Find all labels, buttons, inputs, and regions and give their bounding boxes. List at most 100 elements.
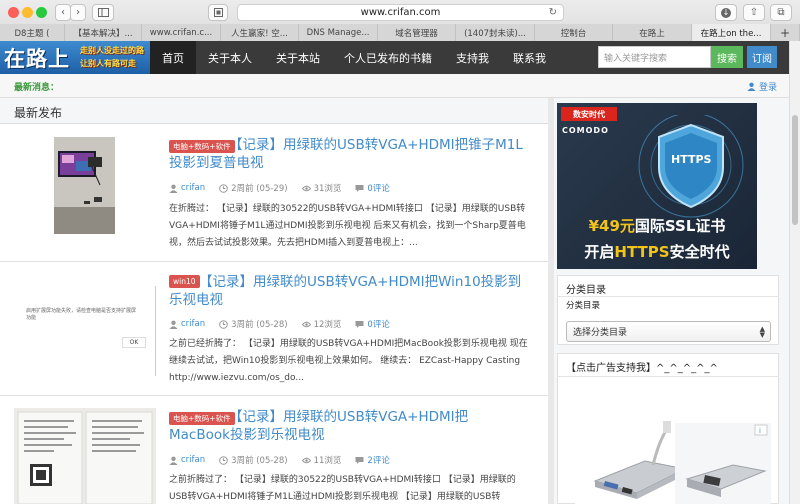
minimize-window-button[interactable] [22, 7, 33, 18]
page-scrollbar[interactable] [789, 41, 800, 504]
user-icon [169, 456, 178, 465]
post-comments[interactable]: 2评论 [367, 454, 389, 466]
logo-slogan-1: 走别人没走过的路 [80, 46, 144, 55]
post-item: 启用扩展屏功能失败，请检查电脑是否支持扩展屏功能 OK win10 【记录】用绿… [0, 262, 548, 396]
category-widget: 分类目录 分类目录 选择分类目录 ▲ ▼ [557, 275, 779, 345]
login-text: 登录 [758, 83, 777, 93]
search-input[interactable]: 输入关键字搜索 [598, 46, 711, 68]
post-author[interactable]: crifan [181, 455, 205, 465]
usb-adapter-ad[interactable]: i [575, 421, 771, 504]
tab-overview-button[interactable]: ⧉ [770, 4, 792, 21]
ad-price: ¥49元 [588, 217, 635, 235]
post-thumbnail[interactable] [54, 137, 115, 234]
post-excerpt: 之前已经折腾了： 【记录】用绿联的USB转VGA+HDMI把MacBook投影到… [169, 339, 528, 383]
post-excerpt: 在折腾过： 【记录】绿联的30522的USB转VGA+HDMI转接口 【记录】用… [169, 204, 526, 248]
comment-icon [355, 456, 364, 464]
menu-item-support[interactable]: 支持我 [444, 41, 501, 74]
menu-item-about-me[interactable]: 关于本人 [196, 41, 264, 74]
ad-line-2-a: 开启 [584, 243, 615, 261]
post-views: 12浏览 [313, 320, 342, 330]
post-title[interactable]: 【记录】用绿联的USB转VGA+HDMI把MacBook投影到乐视电视 [169, 408, 529, 444]
chevron-left-icon: ‹ [61, 7, 65, 18]
subscribe-button[interactable]: 订阅 [747, 46, 777, 68]
site-navbar: 在路上 走别人没走过的路 让别人有路可走 首页 关于本人 关于本站 个人已发布的… [0, 41, 789, 74]
thumbnail-dialog-text: 启用扩展屏功能失败，请检查电脑是否支持扩展屏功能 [26, 308, 137, 321]
menu-item-books[interactable]: 个人已发布的书籍 [332, 41, 444, 74]
search-button[interactable]: 搜索 [711, 46, 743, 68]
ad-line-2-b: HTTPS [614, 243, 670, 261]
ad-line-1-text: 国际SSL证书 [634, 217, 726, 235]
post-title[interactable]: 【记录】用绿联的USB转VGA+HDMI把Win10投影到乐视电视 [169, 273, 529, 309]
browser-tab[interactable]: (1407封未读)... [456, 24, 535, 41]
chevron-right-icon: › [76, 7, 80, 18]
browser-tab[interactable]: 域名管理器 [378, 24, 456, 41]
browser-tab[interactable]: DNS Manage... [299, 24, 378, 41]
clock-icon [219, 455, 228, 465]
menu-item-contact[interactable]: 联系我 [501, 41, 558, 74]
share-button[interactable]: ⇧ [743, 4, 765, 21]
browser-tab[interactable]: D8主题 ( [0, 24, 65, 41]
post-meta: crifan 3周前 (05-28) 12浏览 0评论 [169, 318, 390, 330]
tabs-icon: ⧉ [777, 7, 785, 18]
post-author[interactable]: crifan [181, 183, 205, 193]
post-views: 31浏览 [313, 184, 342, 194]
new-tab-button[interactable]: + [771, 24, 800, 41]
zoom-window-button[interactable] [36, 7, 47, 18]
post-thumbnail[interactable]: 启用扩展屏功能失败，请检查电脑是否支持扩展屏功能 OK [14, 286, 156, 376]
clock-icon [219, 319, 228, 329]
logo-slogan-2: 让别人有路可走 [80, 59, 136, 68]
share-icon: ⇧ [749, 7, 759, 18]
login-link[interactable]: 登录 [747, 80, 777, 93]
post-meta: crifan 3周前 (05-28) 11浏览 2评论 [169, 454, 390, 466]
address-bar[interactable]: www.crifan.com ↻ [237, 4, 564, 21]
menu-item-home[interactable]: 首页 [150, 41, 196, 74]
post-excerpt: 之前折腾过了： 【记录】绿联的30522的USB转VGA+HDMI转接口 【记录… [169, 475, 516, 502]
comment-icon [355, 320, 364, 328]
reload-icon[interactable]: ↻ [549, 7, 557, 18]
browser-tab-active[interactable]: 在路上on the... [692, 24, 771, 41]
post-meta: crifan 2周前 (05-29) 31浏览 0评论 [169, 182, 390, 194]
close-window-button[interactable] [8, 7, 19, 18]
downloads-button[interactable]: ↓ [715, 4, 737, 21]
post-item: 电脑+数码+软件 【记录】用绿联的USB转VGA+HDMI把锥子M1L投影到夏普… [0, 124, 548, 262]
site-logo[interactable]: 在路上 走别人没走过的路 让别人有路可走 [0, 41, 150, 74]
browser-tab[interactable]: www.crifan.c... [142, 24, 221, 41]
eye-icon [301, 185, 311, 191]
reader-icon [213, 8, 223, 17]
browser-toolbar: ‹ › www.crifan.com ↻ ↓ ⇧ ⧉ [0, 0, 800, 24]
category-select-value: 选择分类目录 [573, 328, 628, 338]
reader-button[interactable] [208, 4, 228, 21]
post-item: 电脑+数码+软件 【记录】用绿联的USB转VGA+HDMI把MacBook投影到… [0, 396, 548, 504]
browser-tab[interactable]: 在路上 [613, 24, 692, 41]
category-select[interactable]: 选择分类目录 ▲ ▼ [566, 321, 771, 342]
svg-text:i: i [759, 427, 761, 435]
manual-photo-image [14, 408, 156, 504]
post-comments[interactable]: 0评论 [367, 182, 389, 194]
menu-item-about-site[interactable]: 关于本站 [264, 41, 332, 74]
sidebar-toggle-button[interactable] [92, 4, 114, 21]
thumbnail-ok-button: OK [122, 337, 146, 348]
download-icon: ↓ [721, 7, 731, 18]
main-menu: 首页 关于本人 关于本站 个人已发布的书籍 支持我 联系我 [150, 41, 558, 74]
post-time: 3周前 (05-28) [231, 320, 288, 330]
browser-tab[interactable]: 人生赢家! 空... [221, 24, 299, 41]
tv-photo-image [54, 137, 115, 234]
post-title[interactable]: 【记录】用绿联的USB转VGA+HDMI把锥子M1L投影到夏普电视 [169, 136, 529, 172]
eye-icon [301, 457, 311, 463]
ad-line-2: 开启HTTPS安全时代 [557, 241, 757, 262]
eye-icon [301, 321, 311, 327]
shield-label: HTTPS [671, 153, 712, 166]
ad-brand-logo: 数安时代 [561, 107, 617, 121]
post-thumbnail[interactable] [14, 408, 156, 504]
forward-button[interactable]: › [70, 4, 86, 21]
category-label: 分类目录 [566, 301, 601, 311]
browser-tab[interactable]: 【基本解决】... [65, 24, 142, 41]
scrollbar-thumb[interactable] [792, 115, 798, 225]
back-button[interactable]: ‹ [55, 4, 71, 21]
user-icon [169, 320, 178, 329]
ssl-ad-banner[interactable]: 数安时代 COMODO HTTPS ¥49元国际SSL证书 开启HTTPS安全时… [557, 103, 757, 269]
select-arrows-icon: ▲ ▼ [759, 325, 765, 339]
post-comments[interactable]: 0评论 [367, 318, 389, 330]
post-author[interactable]: crifan [181, 319, 205, 329]
browser-tab[interactable]: 控制台 [535, 24, 613, 41]
